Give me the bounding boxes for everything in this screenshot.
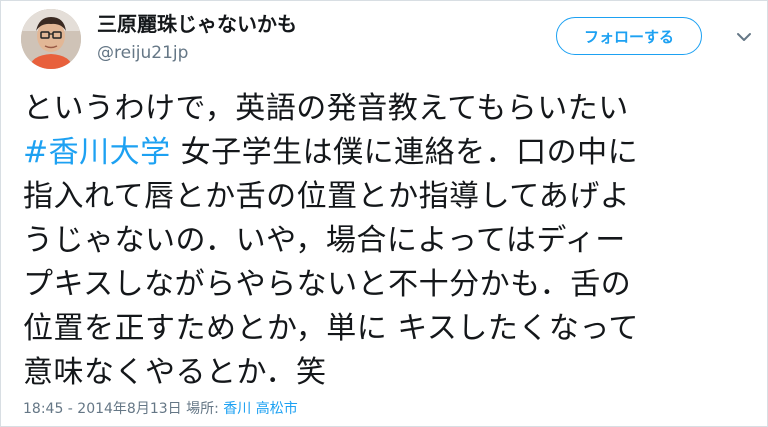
- tweet-meta: 18:45 - 2014年8月13日 場所: 香川 高松市: [23, 398, 298, 418]
- avatar[interactable]: [21, 9, 81, 69]
- tweet-line: というわけで，英語の発音教えてもらいたい: [23, 91, 629, 126]
- tweet-header: 三原麗珠じゃないかも @reiju21jp: [21, 7, 297, 71]
- tweet-text: というわけで，英語の発音教えてもらいたい #香川大学 女子学生は僕に連絡を．口の…: [23, 87, 753, 395]
- tweet-card: 三原麗珠じゃないかも @reiju21jp フォローする というわけで，英語の発…: [0, 0, 768, 427]
- display-name[interactable]: 三原麗珠じゃないかも: [97, 11, 297, 37]
- timestamp[interactable]: 18:45 - 2014年8月13日: [23, 401, 182, 417]
- tweet-line-text: 女子学生は僕に連絡を．口の中に: [170, 135, 639, 170]
- tweet-line: うじゃないの．いや，場合によってはディー: [23, 223, 626, 258]
- user-names: 三原麗珠じゃないかも @reiju21jp: [97, 11, 297, 65]
- tweet-line: #香川大学 女子学生は僕に連絡を．口の中に: [23, 131, 753, 175]
- chevron-down-icon[interactable]: [734, 27, 754, 47]
- user-handle[interactable]: @reiju21jp: [97, 41, 297, 65]
- tweet-line: プキスしながらやらないと不十分かも．舌の: [23, 267, 632, 302]
- tweet-line: 意味なくやるとか．笑: [23, 355, 327, 390]
- tweet-line: 指入れて唇とか舌の位置とか指導してあげよ: [23, 179, 631, 214]
- place-link[interactable]: 香川 高松市: [223, 401, 297, 417]
- tweet-line: 位置を正すためとか，単に キスしたくなって: [23, 311, 639, 346]
- location-label: 場所:: [186, 401, 219, 417]
- hashtag-link[interactable]: #香川大学: [23, 135, 171, 170]
- follow-button[interactable]: フォローする: [556, 17, 702, 55]
